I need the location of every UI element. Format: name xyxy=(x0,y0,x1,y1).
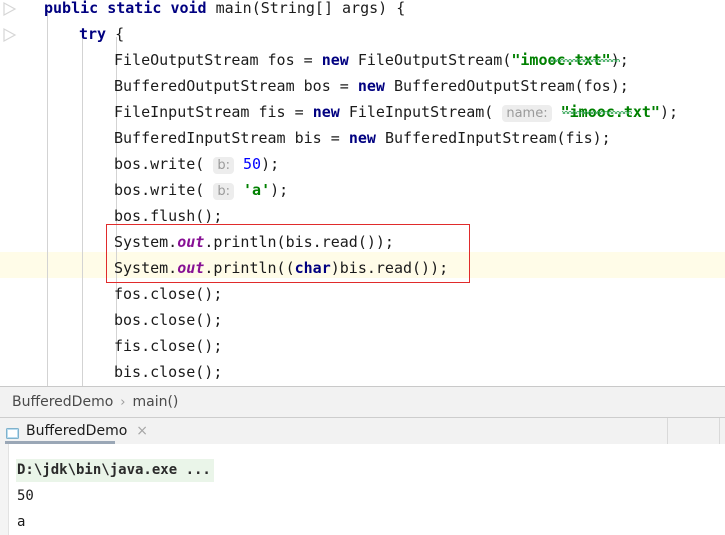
code-token-plain: .println(( xyxy=(204,259,295,277)
code-token-plain: bis.close(); xyxy=(114,363,223,381)
console-command: D:\jdk\bin\java.exe ... xyxy=(17,462,211,478)
line-bis-close: bis.close(); xyxy=(0,359,222,385)
code-token-plain: bos.flush(); xyxy=(114,207,223,225)
tabbar-separator-1 xyxy=(719,418,720,444)
breadcrumb-item-class[interactable]: BufferedDemo xyxy=(12,394,113,410)
code-token-plain: bos.close(); xyxy=(114,311,223,329)
console-icon xyxy=(6,425,19,439)
code-token-str: 'a' xyxy=(243,181,271,199)
typo-squiggle-1 xyxy=(562,111,632,114)
code-token-plain: fis.close(); xyxy=(114,337,223,355)
code-token-plain: FileInputStream fis = xyxy=(114,103,313,121)
typo-squiggle-0 xyxy=(550,59,620,62)
line-fos-close: fos.close(); xyxy=(0,281,222,307)
console-out-2: a xyxy=(17,514,26,530)
code-token-kw: new xyxy=(348,129,385,147)
code-token-plain: FileInputStream( xyxy=(348,103,503,121)
code-token-plain: BufferedOutputStream bos = xyxy=(114,77,358,95)
breadcrumb-item-method[interactable]: main() xyxy=(132,394,178,410)
line-try: try { xyxy=(0,21,124,47)
line-bos: BufferedOutputStream bos = new BufferedO… xyxy=(0,73,629,99)
code-token-kw: try xyxy=(79,25,116,43)
code-token-plain: ); xyxy=(659,103,679,121)
code-token-kw: void xyxy=(170,0,216,17)
code-token-kw: new xyxy=(357,77,394,95)
code-token-plain: main(String[] args) { xyxy=(215,0,406,17)
line-flush: bos.flush(); xyxy=(0,203,222,229)
tabbar-separator-0 xyxy=(667,418,668,444)
code-token-plain: FileOutputStream fos = xyxy=(114,51,322,69)
line-write-a: bos.write( b: 'a'); xyxy=(0,177,288,203)
console-out-1: 50 xyxy=(17,488,34,504)
code-token-plain: fos.close(); xyxy=(114,285,223,303)
line-signature: public static void main(String[] args) { xyxy=(0,0,405,21)
line-fis-close: fis.close(); xyxy=(0,333,222,359)
code-token-fld: out xyxy=(177,233,205,251)
code-token-plain: System. xyxy=(114,259,178,277)
run-tab-label: BufferedDemo xyxy=(26,423,128,439)
code-editor[interactable]: public static void main(String[] args) {… xyxy=(0,0,725,386)
line-write-50: bos.write( b: 50); xyxy=(0,151,279,177)
line-println-char: System.out.println((char)bis.read()); xyxy=(0,255,448,281)
code-token-kw: char xyxy=(294,259,331,277)
code-token-num: 50 xyxy=(243,155,262,173)
console-gutter xyxy=(0,444,9,535)
inlay-hint: b: xyxy=(213,157,234,174)
code-token-kw: public xyxy=(44,0,108,17)
run-tool-window: BufferedDemo × D:\jdk\bin\java.exe ... 50… xyxy=(0,417,725,535)
close-icon[interactable]: × xyxy=(136,424,148,438)
code-token-plain: )bis.read()); xyxy=(330,259,449,277)
breadcrumb-separator-icon: › xyxy=(120,394,126,410)
line-bos-close: bos.close(); xyxy=(0,307,222,333)
code-token-plain: bos.write( xyxy=(114,155,214,173)
code-token-kw: static xyxy=(107,0,171,17)
code-token-plain: .println(bis.read()); xyxy=(204,233,394,251)
code-token-fld: out xyxy=(177,259,205,277)
code-token-plain: System. xyxy=(114,233,178,251)
code-token-plain: BufferedInputStream bis = xyxy=(114,129,349,147)
code-token-plain: ); xyxy=(261,155,280,173)
code-token-plain: bos.write( xyxy=(114,181,214,199)
console-output[interactable]: D:\jdk\bin\java.exe ... 50 a xyxy=(0,444,725,535)
code-token-kw: new xyxy=(321,51,358,69)
code-token-plain: { xyxy=(115,25,125,43)
ide-window: public static void main(String[] args) {… xyxy=(0,0,725,535)
code-token-plain: BufferedInputStream(fis); xyxy=(384,129,611,147)
inlay-hint: name: xyxy=(502,105,552,122)
line-bis: BufferedInputStream bis = new BufferedIn… xyxy=(0,125,611,151)
inlay-hint: b: xyxy=(213,183,234,200)
code-token-plain: BufferedOutputStream(fos); xyxy=(393,77,629,95)
code-token-plain: ); xyxy=(270,181,289,199)
breadcrumb[interactable]: BufferedDemo › main() xyxy=(0,386,725,417)
code-token-plain: FileOutputStream( xyxy=(357,51,512,69)
line-println-read: System.out.println(bis.read()); xyxy=(0,229,394,255)
code-token-kw: new xyxy=(312,103,349,121)
run-tab-bar: BufferedDemo × xyxy=(0,417,725,444)
line-fos: FileOutputStream fos = new FileOutputStr… xyxy=(0,47,629,73)
